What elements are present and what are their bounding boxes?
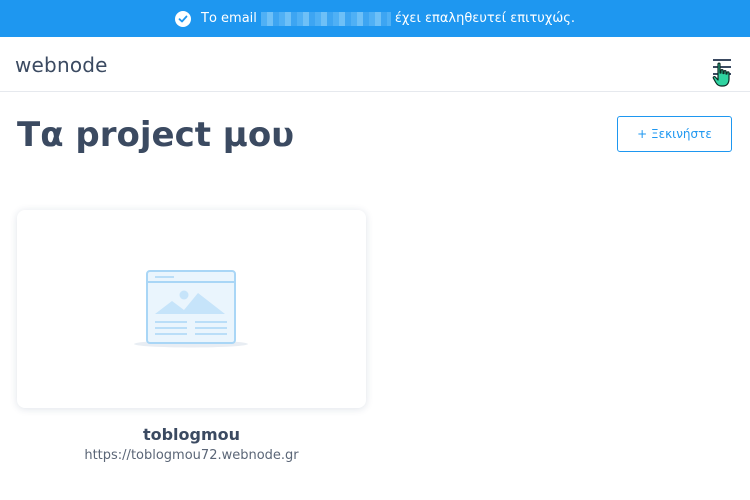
redacted-email [260, 11, 391, 26]
project-card[interactable] [17, 210, 366, 408]
verification-banner: Το email έχει επαληθευτεί επιτυχώς. [0, 0, 750, 37]
banner-text-prefix: Το email [201, 11, 257, 26]
top-navigation: webnode [0, 37, 750, 92]
project-url-link[interactable]: https://toblogmou72.webnode.gr [17, 448, 366, 463]
project-name[interactable]: toblogmou [17, 425, 366, 444]
banner-text-suffix: έχει επαληθευτεί επιτυχώς. [394, 11, 575, 26]
hand-cursor-icon [712, 62, 730, 87]
webnode-logo[interactable]: webnode [15, 53, 108, 77]
start-new-project-button[interactable]: + Ξεκινήστε [617, 116, 732, 152]
page-title: Τα project μου [17, 115, 295, 155]
website-placeholder-icon [134, 270, 248, 348]
check-circle-icon [175, 10, 191, 27]
